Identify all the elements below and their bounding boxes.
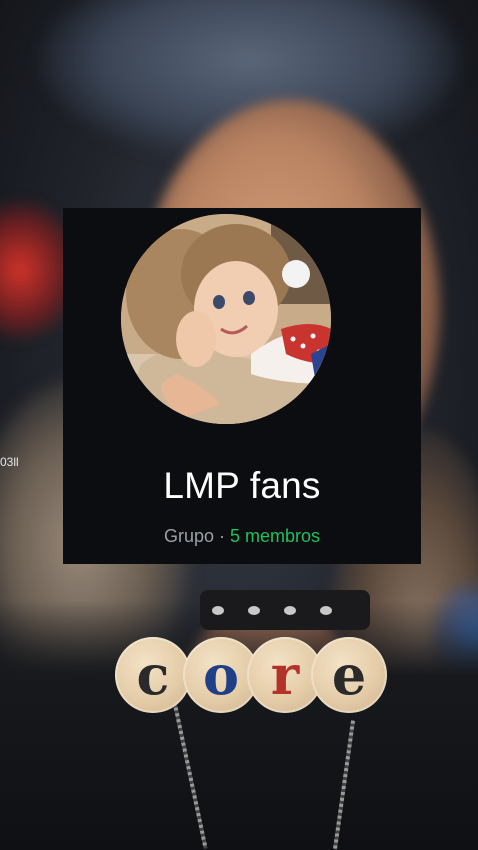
group-name: LMP fans [163,465,321,506]
sticker-letter-e: e [311,637,387,713]
sticker-letter-c: c [115,637,191,713]
core-sticker-text: c o r e [115,637,387,713]
partial-overlay-text: 03ll [0,455,19,469]
separator-dot: · [219,526,225,546]
group-info-card[interactable]: LMP fans Grupo · 5 membros [63,208,421,564]
group-subtitle: Grupo · 5 membros [63,526,421,547]
child-photo-image [121,214,331,424]
group-type-label: Grupo [163,526,214,546]
members-count-link[interactable]: 5 membros [230,526,320,546]
group-avatar[interactable] [121,214,331,424]
